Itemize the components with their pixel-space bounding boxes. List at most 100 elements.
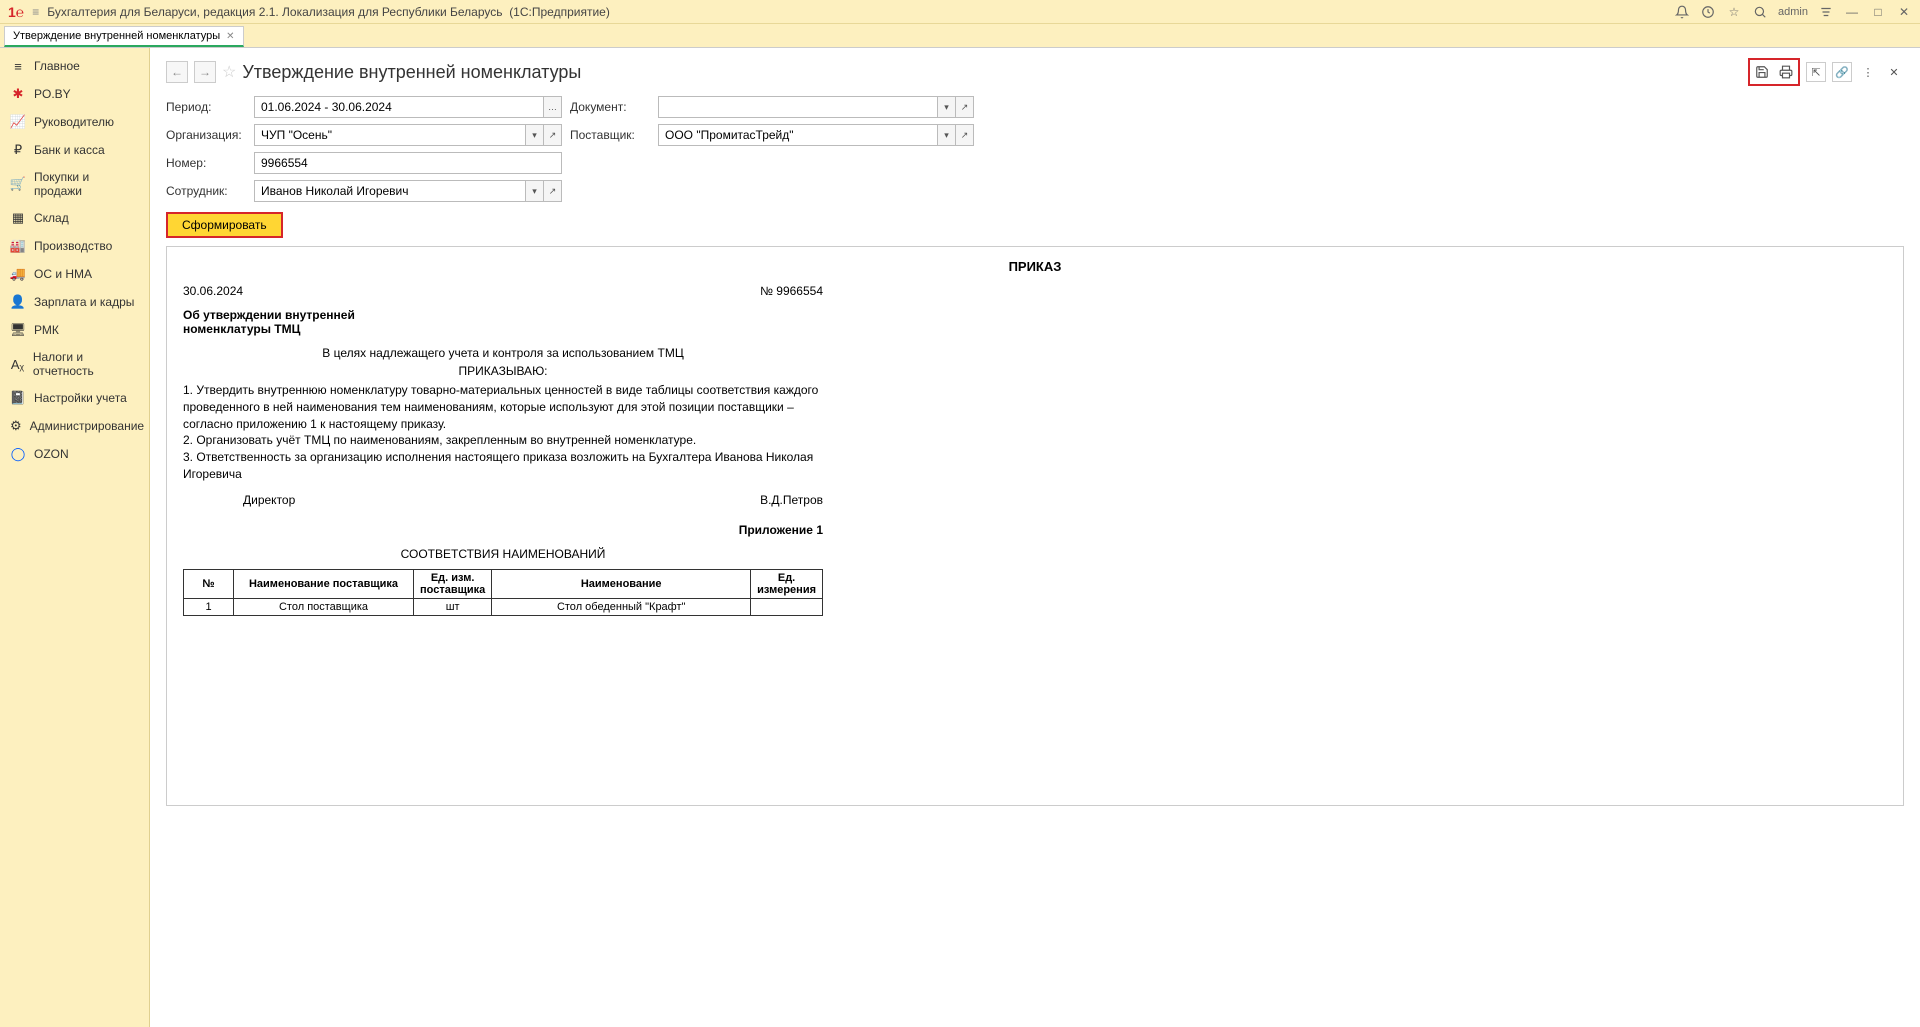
nav-bank[interactable]: ₽Банк и касса	[0, 136, 149, 164]
gear-icon: ⚙	[10, 418, 22, 434]
nav-hr[interactable]: 👤Зарплата и кадры	[0, 288, 149, 316]
star-icon[interactable]: ☆	[1726, 4, 1742, 20]
document-dropdown-icon[interactable]: ▾	[938, 96, 956, 118]
form: Период: … Документ: ▾ ↗ Организация: ▾ ↗	[166, 96, 1904, 238]
menu-icon[interactable]: ≡	[32, 5, 39, 19]
nav-ozon[interactable]: ◯OZON	[0, 440, 149, 468]
box-icon: ▦	[10, 210, 26, 226]
back-button[interactable]: ←	[166, 61, 188, 83]
search-icon[interactable]	[1752, 4, 1768, 20]
nav-poby[interactable]: ✱PO.BY	[0, 80, 149, 108]
table-title: СООТВЕТСТВИЯ НАИМЕНОВАНИЙ	[183, 547, 823, 561]
save-icon[interactable]	[1752, 62, 1772, 82]
document-label: Документ:	[570, 100, 650, 114]
th-supplier-unit: Ед. изм. поставщика	[414, 569, 492, 598]
th-supplier-name: Наименование поставщика	[234, 569, 414, 598]
supplier-label: Поставщик:	[570, 128, 650, 142]
supplier-input[interactable]	[658, 124, 938, 146]
report: ПРИКАЗ 30.06.2024 № 9966554 Об утвержден…	[166, 246, 1904, 806]
page-title: Утверждение внутренней номенклатуры	[242, 62, 581, 83]
report-title: ПРИКАЗ	[183, 259, 1887, 274]
employee-label: Сотрудник:	[166, 184, 246, 198]
org-dropdown-icon[interactable]: ▾	[526, 124, 544, 146]
director-label: Директор	[243, 493, 295, 507]
nav-warehouse[interactable]: ▦Склад	[0, 204, 149, 232]
list-icon: ≡	[10, 58, 26, 74]
org-input[interactable]	[254, 124, 526, 146]
tab-active[interactable]: Утверждение внутренней номенклатуры ✕	[4, 26, 244, 47]
generate-button[interactable]: Сформировать	[166, 212, 283, 238]
print-icon[interactable]	[1776, 62, 1796, 82]
report-table: № Наименование поставщика Ед. изм. поста…	[183, 569, 823, 616]
supplier-open-icon[interactable]: ↗	[956, 124, 974, 146]
tab-close-icon[interactable]: ✕	[226, 31, 234, 42]
director-name: В.Д.Петров	[760, 493, 823, 507]
nav-rmk[interactable]: 🖥РМК	[0, 316, 149, 344]
history-icon[interactable]	[1700, 4, 1716, 20]
logo-1c: 1℮	[8, 4, 24, 20]
minimize-icon[interactable]: —	[1844, 4, 1860, 20]
number-input[interactable]	[254, 152, 562, 174]
document-open-icon[interactable]: ↗	[956, 96, 974, 118]
close-icon[interactable]: ✕	[1896, 4, 1912, 20]
factory-icon: 🏭	[10, 238, 26, 254]
report-subtitle: Об утверждении внутренней номенклатуры Т…	[183, 308, 383, 336]
chart-icon: 📈	[10, 114, 26, 130]
register-icon: 🖥	[10, 322, 26, 338]
nav-sales[interactable]: 🛒Покупки и продажи	[0, 164, 149, 204]
nav-main[interactable]: ≡Главное	[0, 52, 149, 80]
bell-icon[interactable]	[1674, 4, 1690, 20]
content: ← → ☆ Утверждение внутренней номенклатур…	[150, 48, 1920, 1027]
employee-input[interactable]	[254, 180, 526, 202]
close-page-icon[interactable]: ✕	[1884, 62, 1904, 82]
supplier-dropdown-icon[interactable]: ▾	[938, 124, 956, 146]
cart-icon: 🛒	[10, 176, 26, 192]
truck-icon: 🚚	[10, 266, 26, 282]
report-p3: 3. Ответственность за организацию исполн…	[183, 449, 823, 483]
nav-admin[interactable]: ⚙Администрирование	[0, 412, 149, 440]
nav-manager[interactable]: 📈Руководителю	[0, 108, 149, 136]
report-p1: 1. Утвердить внутреннюю номенклатуру тов…	[183, 382, 823, 432]
period-input[interactable]	[254, 96, 544, 118]
nav-production[interactable]: 🏭Производство	[0, 232, 149, 260]
tax-icon: Aᵪ	[10, 356, 25, 372]
period-picker-icon[interactable]: …	[544, 96, 562, 118]
settings-icon[interactable]	[1818, 4, 1834, 20]
period-label: Период:	[166, 100, 246, 114]
report-p2: 2. Организовать учёт ТМЦ по наименования…	[183, 432, 823, 449]
th-name: Наименование	[492, 569, 751, 598]
nav-settings[interactable]: 📓Настройки учета	[0, 384, 149, 412]
report-order-word: ПРИКАЗЫВАЮ:	[183, 364, 823, 378]
nav-assets[interactable]: 🚚ОС и НМА	[0, 260, 149, 288]
th-unit: Ед. измерения	[751, 569, 823, 598]
number-label: Номер:	[166, 156, 246, 170]
appendix-label: Приложение 1	[183, 523, 823, 537]
user-label[interactable]: admin	[1778, 6, 1808, 18]
app-title: Бухгалтерия для Беларуси, редакция 2.1. …	[47, 5, 610, 19]
th-num: №	[184, 569, 234, 598]
employee-dropdown-icon[interactable]: ▾	[526, 180, 544, 202]
report-date: 30.06.2024	[183, 284, 243, 298]
employee-open-icon[interactable]: ↗	[544, 180, 562, 202]
export-icon[interactable]: ⇱	[1806, 62, 1826, 82]
ozon-icon: ◯	[10, 446, 26, 462]
tab-label: Утверждение внутренней номенклатуры	[13, 30, 220, 42]
link-icon[interactable]: 🔗	[1832, 62, 1852, 82]
org-open-icon[interactable]: ↗	[544, 124, 562, 146]
more-icon[interactable]: ⋮	[1858, 62, 1878, 82]
person-icon: 👤	[10, 294, 26, 310]
nav-tax[interactable]: AᵪНалоги и отчетность	[0, 344, 149, 384]
book-icon: 📓	[10, 390, 26, 406]
report-preamble: В целях надлежащего учета и контроля за …	[183, 346, 823, 360]
favorite-icon[interactable]: ☆	[222, 62, 236, 82]
table-row: 1 Стол поставщика шт Стол обеденный "Кра…	[184, 598, 823, 615]
coin-icon: ₽	[10, 142, 26, 158]
titlebar: 1℮ ≡ Бухгалтерия для Беларуси, редакция …	[0, 0, 1920, 24]
sidebar: ≡Главное ✱PO.BY 📈Руководителю ₽Банк и ка…	[0, 48, 150, 1027]
maximize-icon[interactable]: □	[1870, 4, 1886, 20]
tabbar: Утверждение внутренней номенклатуры ✕	[0, 24, 1920, 48]
document-input[interactable]	[658, 96, 938, 118]
report-number: № 9966554	[760, 284, 823, 298]
forward-button[interactable]: →	[194, 61, 216, 83]
org-label: Организация:	[166, 128, 246, 142]
